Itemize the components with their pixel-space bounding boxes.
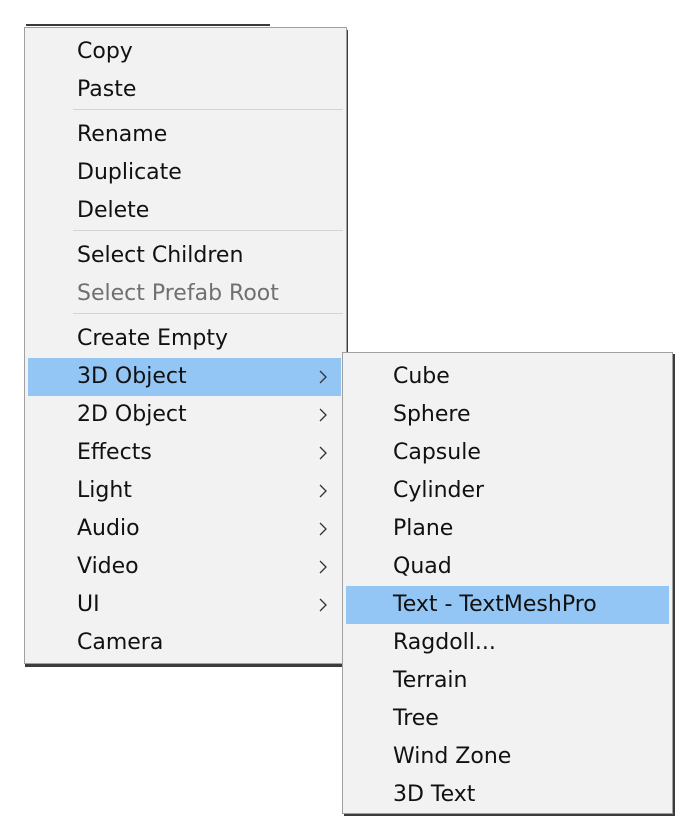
menu-item-label: Copy xyxy=(77,39,133,64)
chevron-right-icon xyxy=(319,446,327,460)
menu-item-3d-object[interactable]: 3D Object xyxy=(28,358,341,396)
menu-item-label: Cylinder xyxy=(393,478,485,503)
menu-item-paste[interactable]: Paste xyxy=(28,71,341,109)
menu-separator xyxy=(73,313,343,314)
menu-item-label: Plane xyxy=(393,516,454,541)
menu-item-duplicate[interactable]: Duplicate xyxy=(28,154,341,192)
submenu-item-text-textmeshpro[interactable]: Text - TextMeshPro xyxy=(346,586,669,624)
menu-separator xyxy=(73,109,343,110)
menu-item-2d-object[interactable]: 2D Object xyxy=(28,396,341,434)
menu-item-label: Rename xyxy=(77,122,168,147)
menu-item-camera[interactable]: Camera xyxy=(28,624,341,662)
submenu-item-wind-zone[interactable]: Wind Zone xyxy=(346,738,669,776)
submenu-item-3d-text[interactable]: 3D Text xyxy=(346,776,669,814)
submenu-item-quad[interactable]: Quad xyxy=(346,548,669,586)
chevron-right-icon xyxy=(319,560,327,574)
chevron-right-icon xyxy=(319,370,327,384)
menu-item-label: Delete xyxy=(77,198,150,223)
submenu-item-ragdoll[interactable]: Ragdoll... xyxy=(346,624,669,662)
chevron-right-icon xyxy=(319,408,327,422)
menu-item-ui[interactable]: UI xyxy=(28,586,341,624)
menu-item-rename[interactable]: Rename xyxy=(28,116,341,154)
chevron-right-icon xyxy=(319,598,327,612)
submenu-item-sphere[interactable]: Sphere xyxy=(346,396,669,434)
menu-item-select-children[interactable]: Select Children xyxy=(28,237,341,275)
canvas: Copy Paste Rename Duplicate Delete Selec… xyxy=(0,0,690,829)
window-edge xyxy=(26,24,270,26)
chevron-right-icon xyxy=(319,484,327,498)
menu-item-label: Tree xyxy=(393,706,439,731)
chevron-right-icon xyxy=(319,522,327,536)
menu-item-label: 2D Object xyxy=(77,402,187,427)
menu-item-label: Ragdoll... xyxy=(393,630,496,655)
menu-item-video[interactable]: Video xyxy=(28,548,341,586)
menu-item-label: Text - TextMeshPro xyxy=(393,592,597,617)
menu-item-label: Effects xyxy=(77,440,152,465)
menu-item-audio[interactable]: Audio xyxy=(28,510,341,548)
menu-item-create-empty[interactable]: Create Empty xyxy=(28,320,341,358)
menu-item-label: Audio xyxy=(77,516,140,541)
menu-item-label: Video xyxy=(77,554,139,579)
menu-item-copy[interactable]: Copy xyxy=(28,33,341,71)
menu-item-label: Cube xyxy=(393,364,450,389)
menu-item-delete[interactable]: Delete xyxy=(28,192,341,230)
menu-item-label: 3D Object xyxy=(77,364,187,389)
submenu-item-cube[interactable]: Cube xyxy=(346,358,669,396)
menu-item-label: Sphere xyxy=(393,402,471,427)
menu-item-label: Paste xyxy=(77,77,137,102)
menu-item-label: Terrain xyxy=(393,668,468,693)
menu-item-select-prefab-root: Select Prefab Root xyxy=(28,275,341,313)
menu-item-label: 3D Text xyxy=(393,782,476,807)
menu-item-light[interactable]: Light xyxy=(28,472,341,510)
menu-item-effects[interactable]: Effects xyxy=(28,434,341,472)
menu-item-label: Quad xyxy=(393,554,452,579)
menu-item-label: Select Children xyxy=(77,243,244,268)
context-menu: Copy Paste Rename Duplicate Delete Selec… xyxy=(24,27,347,664)
menu-item-label: Camera xyxy=(77,630,164,655)
menu-item-label: Light xyxy=(77,478,132,503)
submenu-item-terrain[interactable]: Terrain xyxy=(346,662,669,700)
menu-item-label: Capsule xyxy=(393,440,481,465)
menu-item-label: Create Empty xyxy=(77,326,229,351)
submenu-item-capsule[interactable]: Capsule xyxy=(346,434,669,472)
submenu-item-plane[interactable]: Plane xyxy=(346,510,669,548)
menu-item-label: UI xyxy=(77,592,100,617)
submenu-3d-object: Cube Sphere Capsule Cylinder Plane Quad … xyxy=(342,352,673,814)
menu-separator xyxy=(73,230,343,231)
menu-item-label: Select Prefab Root xyxy=(77,281,279,306)
menu-item-label: Duplicate xyxy=(77,160,182,185)
menu-item-label: Wind Zone xyxy=(393,744,512,769)
submenu-item-tree[interactable]: Tree xyxy=(346,700,669,738)
submenu-item-cylinder[interactable]: Cylinder xyxy=(346,472,669,510)
